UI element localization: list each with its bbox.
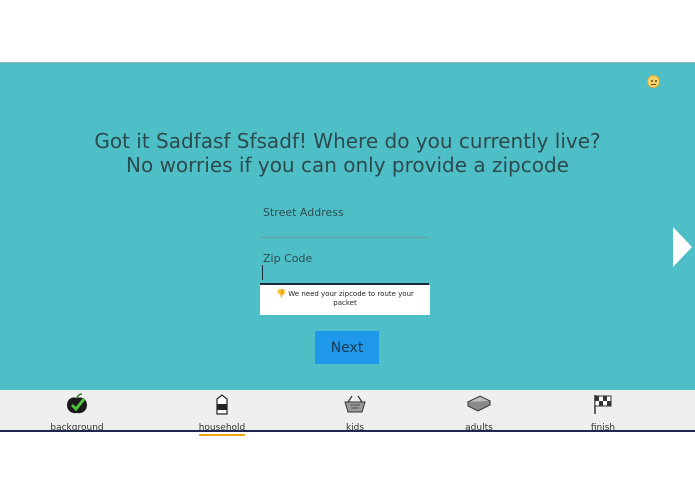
heading-line-2: No worries if you can only provide a zip… [126,153,569,177]
milk-carton-icon [216,394,228,415]
bottom-nav: background household kids adults finish [0,390,695,436]
basket-icon [344,395,366,413]
sandwich-icon [466,395,492,412]
next-arrow-icon[interactable] [673,227,692,267]
text-caret [262,265,263,280]
nav-item-kids[interactable]: kids [310,390,400,434]
next-button[interactable]: Next [315,331,379,364]
heading-line-1: Got it Sadfasf Sfsadf! Where do you curr… [94,129,601,153]
nav-item-finish[interactable]: finish [558,390,648,434]
zip-hint-text: We need your zipcode to route your packe… [288,290,414,307]
nav-item-adults[interactable]: adults [434,390,524,434]
nav-label-finish: finish [590,423,616,433]
nav-label-adults: adults [465,423,493,433]
main-panel: Got it Sadfasf Sfsadf! Where do you curr… [0,62,695,390]
thumbs-down-icon: 👎 [276,289,287,298]
zip-hint-tooltip: 👎 We need your zipcode to route your pac… [260,285,430,315]
nav-label-household: household [198,423,246,436]
page-heading: Got it Sadfasf Sfsadf! Where do you curr… [0,129,695,177]
nav-item-background[interactable]: background [32,390,122,434]
apple-check-icon [67,393,87,414]
street-address-input[interactable] [260,237,429,238]
nav-label-background: background [50,423,104,433]
neutral-face-emoji-icon[interactable] [647,75,660,88]
checkered-flag-icon [594,395,612,414]
nav-label-kids: kids [345,423,365,433]
nav-item-household[interactable]: household [177,390,267,436]
zip-code-label: Zip Code [263,252,313,265]
street-address-label: Street Address [263,206,344,219]
